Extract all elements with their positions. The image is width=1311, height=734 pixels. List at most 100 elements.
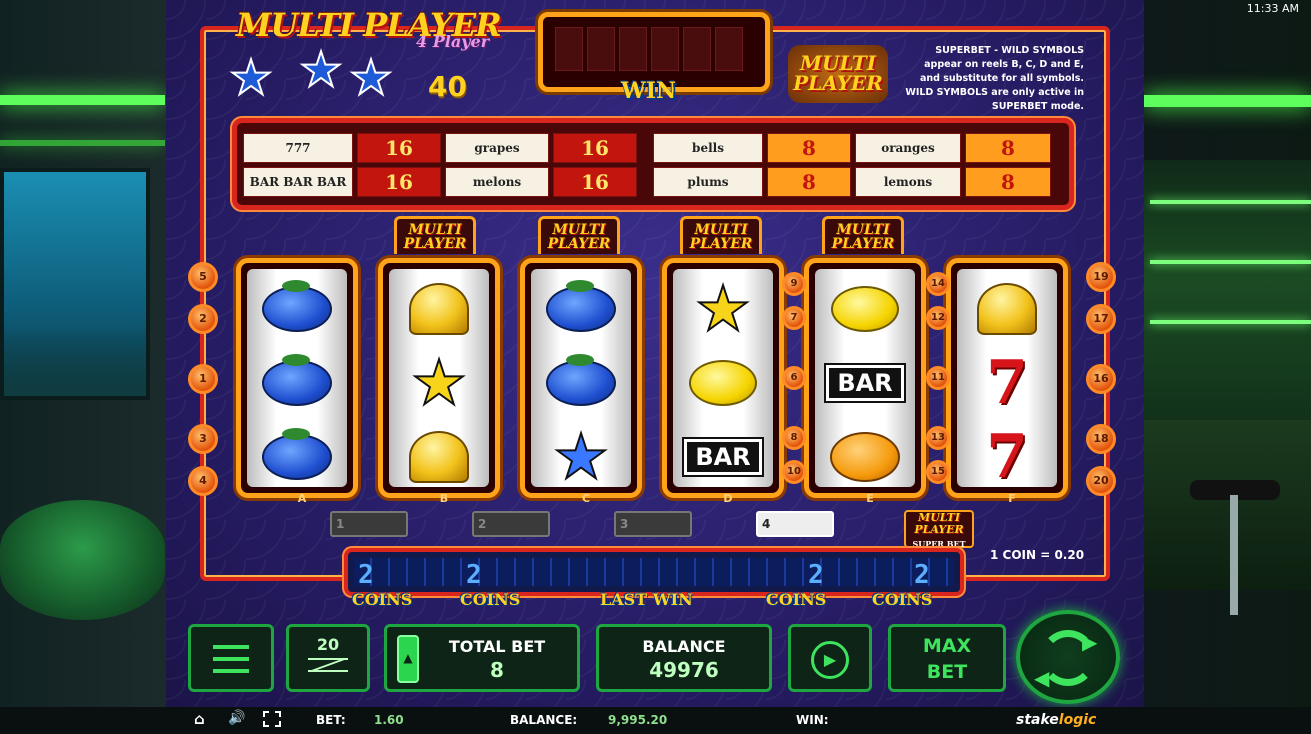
bar-shelves-image	[1144, 160, 1311, 460]
payline-number: 5	[188, 262, 218, 292]
reel	[236, 258, 358, 498]
game-title-sub: 4 Player	[416, 32, 490, 51]
fullscreen-icon[interactable]	[263, 711, 281, 727]
bet-adjust-button[interactable]: ▲	[397, 635, 419, 683]
coin-digit: 2	[808, 560, 824, 590]
bell-icon	[409, 431, 469, 483]
plum-icon	[546, 354, 616, 406]
badge-line: PLAYER	[403, 236, 467, 252]
bar-icon: BAR	[826, 365, 904, 401]
sound-icon[interactable]: 🔊	[228, 710, 245, 726]
shelf-light	[1150, 200, 1311, 204]
payline-number: 2	[188, 304, 218, 334]
payline-number: 12	[926, 306, 950, 330]
win-label: WIN:	[796, 713, 829, 727]
payline-number: 4	[188, 466, 218, 496]
superbet-button[interactable]: MULTI PLAYER SUPER BET	[904, 510, 974, 549]
reel-symbol	[815, 421, 915, 493]
bottom-status-bar: ⌂ 🔊 BET: 1.60 BALANCE: 9,995.20 WIN: sta…	[0, 707, 1311, 734]
reel-letter: B	[439, 492, 449, 505]
home-icon[interactable]: ⌂	[194, 710, 205, 728]
balance-value: 49976	[649, 658, 719, 682]
bell-icon	[409, 283, 469, 335]
stars-count: 40	[428, 70, 467, 103]
reel: ★	[520, 258, 642, 498]
win-digit-segment	[619, 27, 647, 71]
bet-level-slot[interactable]: 1	[330, 511, 408, 537]
reel-symbol	[957, 273, 1057, 345]
reel-symbol	[247, 421, 347, 493]
payline-number: 20	[1086, 466, 1116, 496]
spin-button[interactable]: ▶ ◀	[1016, 610, 1120, 704]
bell-icon	[977, 283, 1037, 335]
neon-light-left	[0, 95, 165, 105]
payline-number: 16	[1086, 364, 1116, 394]
reel: ★ BAR	[662, 258, 784, 498]
bar-counter-image	[1144, 420, 1311, 590]
orange-icon	[830, 432, 900, 482]
reel-e-multiplayer-badge: MULTI PLAYER	[822, 216, 904, 254]
total-bet-label: TOTAL BET	[448, 637, 546, 656]
payline-number: 6	[782, 366, 806, 390]
star-icon: ★	[348, 50, 393, 106]
plum-icon	[546, 280, 616, 332]
paytable-symbol: melons	[445, 167, 549, 197]
payline-number: 7	[782, 306, 806, 330]
coin-label: COINS	[460, 590, 521, 609]
paytable-symbol: 777	[243, 133, 353, 163]
win-digit-segment	[587, 27, 615, 71]
star-wild-icon: ★	[552, 420, 610, 494]
reel-symbol: ★	[673, 272, 773, 346]
paytable-value: 8	[767, 133, 851, 163]
coin-label: COINS	[766, 590, 827, 609]
paytable-value: 16	[357, 133, 441, 163]
brand-part: stake	[1016, 712, 1059, 728]
superbet-line: PLAYER	[914, 523, 964, 536]
paytable-value: 16	[553, 167, 637, 197]
reel-letter: A	[297, 492, 307, 505]
multi-player-logo: MULTI PLAYER	[788, 45, 888, 103]
star-wild-icon: ★	[694, 272, 752, 346]
payline-number: 19	[1086, 262, 1116, 292]
reel-letter: C	[581, 492, 591, 505]
win-label: WIN	[621, 78, 677, 104]
star-icon: ★	[298, 42, 343, 98]
lines-button[interactable]: 20	[286, 624, 370, 692]
coin-digit: 2	[358, 560, 374, 590]
reel-symbol: BAR	[815, 347, 915, 419]
reel-symbol: ★	[531, 420, 631, 494]
win-digit-segment	[651, 27, 679, 71]
slot-game-area: MULTI PLAYER 4 Player ★ ★ ★ 40 WIN MULTI…	[166, 0, 1144, 707]
payline-number: 14	[926, 272, 950, 296]
bet-level-slot[interactable]: 3	[614, 511, 692, 537]
payline-number: 9	[782, 272, 806, 296]
reel-window: BAR	[815, 269, 915, 487]
balance-value: 9,995.20	[608, 713, 668, 727]
payline-number: 8	[782, 426, 806, 450]
stakelogic-logo: stakelogic	[1016, 712, 1096, 728]
autoplay-button[interactable]: ▶	[788, 624, 872, 692]
payline-number: 15	[926, 460, 950, 484]
plum-icon	[262, 354, 332, 406]
paytable-symbol: bells	[653, 133, 763, 163]
bet-level-slot[interactable]: 4	[756, 511, 834, 537]
reel-letter: E	[866, 492, 874, 505]
total-bet-value: 8	[490, 658, 504, 682]
reel-b-multiplayer-badge: MULTI PLAYER	[394, 216, 476, 254]
balance-panel: BALANCE 49976	[596, 624, 772, 692]
reel-letter: D	[723, 492, 733, 505]
max-bet-button[interactable]: MAX BET	[888, 624, 1006, 692]
reel-symbol	[389, 273, 489, 345]
system-clock: 11:33 AM	[1246, 2, 1299, 15]
reel-symbol	[247, 273, 347, 345]
win-digit-segment	[715, 27, 743, 71]
paytable: 777 16 grapes 16 bells 8 oranges 8 BAR B…	[232, 118, 1074, 210]
coin-strip: 2 2 2 2	[344, 548, 964, 596]
lemon-icon	[831, 286, 899, 332]
coin-digit: 2	[466, 560, 482, 590]
payline-number: 10	[782, 460, 806, 484]
menu-button[interactable]	[188, 624, 274, 692]
bet-level-slot[interactable]: 2	[472, 511, 550, 537]
superbet-info-text: SUPERBET - WILD SYMBOLS appear on reels …	[905, 45, 1084, 112]
reel-letter: F	[1008, 492, 1016, 505]
